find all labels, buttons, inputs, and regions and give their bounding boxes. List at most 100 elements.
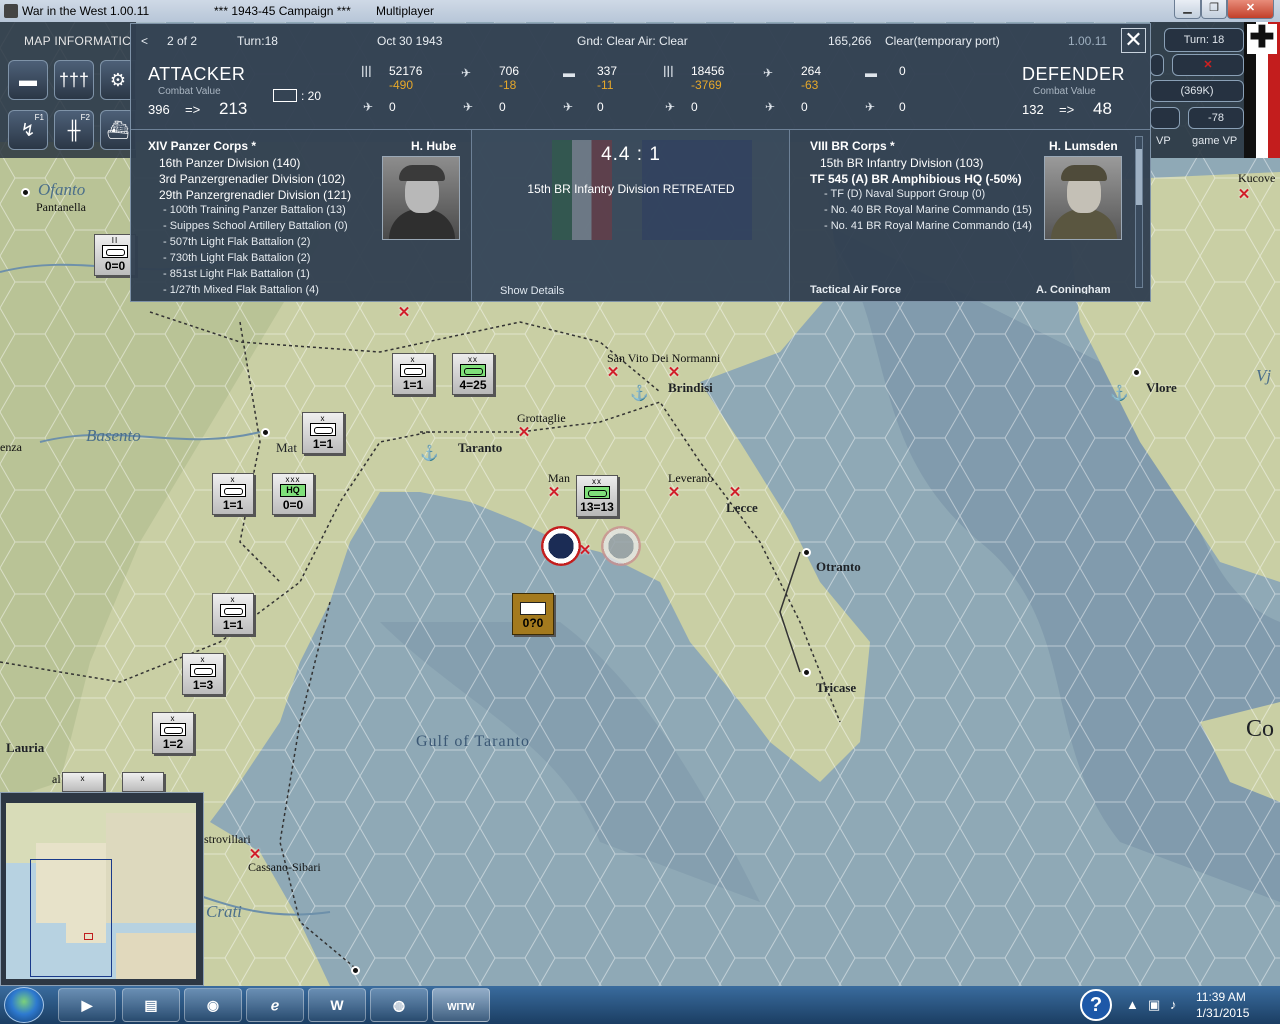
airfield-damaged-icon: ✕ (397, 304, 411, 321)
unit-counter[interactable]: x 1=1 (392, 353, 434, 395)
town-dot-vlore[interactable] (1132, 368, 1141, 377)
taskbar-media-player[interactable]: ▶ (58, 988, 116, 1022)
unit-symbol-icon (520, 602, 546, 615)
town-dot-otranto[interactable] (802, 548, 811, 557)
clock-date[interactable]: 1/31/2015 (1196, 1006, 1249, 1020)
unit-strength: 4=25 (459, 378, 487, 392)
attacker-subunit[interactable]: - 1/27th Mixed Flak Battalion (4) (163, 284, 319, 296)
media-player-icon: ▶ (81, 997, 93, 1013)
attacker-subunit[interactable]: - 100th Training Panzer Battalion (13) (163, 204, 346, 216)
taskbar-word[interactable]: W (308, 988, 366, 1022)
minimap-canvas[interactable] (6, 803, 196, 979)
unit-symbol-icon (160, 723, 186, 736)
taskbar-explorer[interactable]: ▤ (122, 988, 180, 1022)
attacker-subunit[interactable]: - 851st Light Flak Battalion (1) (163, 268, 310, 280)
airfield-damaged-icon: ✕ (667, 364, 681, 381)
close-window-button[interactable]: ✕ (1227, 0, 1274, 19)
score-indicator[interactable]: -78 (1188, 107, 1244, 129)
unit-counter[interactable]: x 1=1 (302, 412, 344, 454)
attacker-unit[interactable]: 29th Panzergrenadier Division (121) (159, 188, 351, 202)
unit-strength: 1=1 (222, 498, 244, 512)
show-details-link[interactable]: Show Details (500, 285, 564, 297)
defender-scrollbar[interactable] (1135, 136, 1143, 288)
unit-size: x (320, 414, 326, 423)
airfield-status-icon[interactable]: ✕ (1172, 54, 1244, 76)
minimap[interactable] (0, 792, 204, 986)
windows-taskbar: ▶ ▤ ◉ ℯ W ◍ WITW ? ▲ ▣ ♪ 11:39 AM 1/31/2… (0, 986, 1280, 1024)
attacker-subunit[interactable]: - 730th Light Flak Battalion (2) (163, 252, 310, 264)
path-arrow-icon: ↯ (20, 120, 36, 140)
clock-time[interactable]: 11:39 AM (1196, 990, 1246, 1004)
taskbar-witw[interactable]: WITW (432, 988, 490, 1022)
folder-icon: ▤ (144, 997, 158, 1013)
town-otranto: Otranto (816, 559, 861, 574)
start-button[interactable] (4, 987, 44, 1023)
unit-strength: 1=1 (312, 437, 334, 451)
help-button[interactable]: ? (1080, 989, 1112, 1021)
unit-counter-selected[interactable]: xx 13=13 (576, 475, 618, 517)
unit-counter[interactable]: xx 4=25 (452, 353, 494, 395)
attacker-subunit[interactable]: - 507th Light Flak Battalion (2) (163, 236, 310, 248)
volume-icon[interactable]: ♪ (1170, 997, 1177, 1012)
unit-info-button[interactable]: ▬ (8, 60, 48, 100)
fighter-icon: ✈ (363, 100, 374, 114)
hq-counter[interactable]: xxx HQ 0=0 (272, 473, 314, 515)
town-dot-pantanella[interactable] (21, 188, 30, 197)
attacker-r2a: 0 (389, 100, 396, 114)
defender-hq-unit[interactable]: TF 545 (A) BR Amphibious HQ (-50%) (810, 172, 1022, 186)
network-icon[interactable]: ▣ (1148, 997, 1160, 1013)
tray-expand-icon[interactable]: ▲ (1126, 997, 1139, 1012)
unit-counter[interactable]: x (122, 772, 164, 792)
town-dot-mat[interactable] (261, 428, 270, 437)
attacker-unit[interactable]: 16th Panzer Division (140) (159, 156, 300, 170)
unit-counter[interactable]: x 1=2 (152, 712, 194, 754)
unit-counter[interactable]: x (62, 772, 104, 792)
maximize-button[interactable]: ❐ (1201, 0, 1227, 19)
defender-unit[interactable]: 15th BR Infantry Division (103) (820, 156, 983, 170)
attacker-cv-label: Combat Value (158, 86, 221, 97)
map-information-label[interactable]: MAP INFORMATIC (24, 34, 131, 48)
combat-result: 15th BR Infantry Division RETREATED (527, 182, 735, 196)
combat-marker-icon[interactable] (601, 526, 641, 566)
combat-marker-icon[interactable] (541, 526, 581, 566)
close-combat-button[interactable]: ✕ (1121, 28, 1146, 53)
attacker-title: ATTACKER (148, 64, 246, 84)
prev-combat-button[interactable]: < (141, 34, 148, 48)
town-taranto: Taranto (458, 440, 503, 455)
unit-strength: 1=2 (162, 737, 184, 751)
defender-subunit[interactable]: - No. 41 BR Royal Marine Commando (14) (824, 220, 1032, 232)
window-title: War in the West 1.00.11 (22, 4, 150, 18)
hud-tab[interactable] (1150, 54, 1164, 76)
defender-subunit[interactable]: - No. 40 BR Royal Marine Commando (15) (824, 204, 1032, 216)
f2-rail-button[interactable]: ╫ F2 (54, 110, 94, 150)
taskbar-hp[interactable]: ◉ (184, 988, 242, 1022)
minimize-button[interactable]: ▁ (1174, 0, 1201, 19)
naval-unit-counter[interactable]: 0?0 (512, 593, 554, 635)
turn-indicator[interactable]: Turn: 18 (1164, 28, 1244, 52)
unit-counter[interactable]: x 1=3 (182, 653, 224, 695)
scrollbar-thumb[interactable] (1136, 149, 1142, 205)
men-icon: ꟾꟾꟾ (361, 66, 372, 80)
defender-air: 264 -63 (801, 64, 822, 92)
unit-counter[interactable]: x 1=1 (212, 593, 254, 635)
town-strovillari: strovillari (204, 832, 251, 846)
label-gulf-of-taranto: Gulf of Taranto (416, 733, 530, 750)
aircraft-icon: ✈ (461, 66, 472, 80)
unit-symbol-icon (220, 604, 246, 617)
unit-counter[interactable]: x 1=1 (212, 473, 254, 515)
town-dot-tricase[interactable] (802, 668, 811, 677)
town-dot-south[interactable] (351, 966, 360, 975)
vp-indicator[interactable] (1150, 107, 1180, 129)
defender-tactical-air-cmdr: A. Coningham (1036, 284, 1111, 294)
f1-move-button[interactable]: ↯ F1 (8, 110, 48, 150)
word-icon: W (330, 997, 344, 1013)
taskbar-ie[interactable]: ℯ (246, 988, 304, 1022)
attacker-subunit[interactable]: - Suippes School Artillery Battalion (0) (163, 220, 348, 232)
taskbar-tanks[interactable]: ◍ (370, 988, 428, 1022)
attacker-commander: H. Hube (411, 139, 457, 153)
formations-button[interactable]: ††† (54, 60, 94, 100)
minimap-viewport[interactable] (30, 859, 112, 977)
attacker-unit[interactable]: 3rd Panzergrenadier Division (102) (159, 172, 345, 186)
supply-indicator[interactable]: (369K) (1150, 80, 1244, 102)
defender-subunit[interactable]: - TF (D) Naval Support Group (0) (824, 188, 985, 200)
